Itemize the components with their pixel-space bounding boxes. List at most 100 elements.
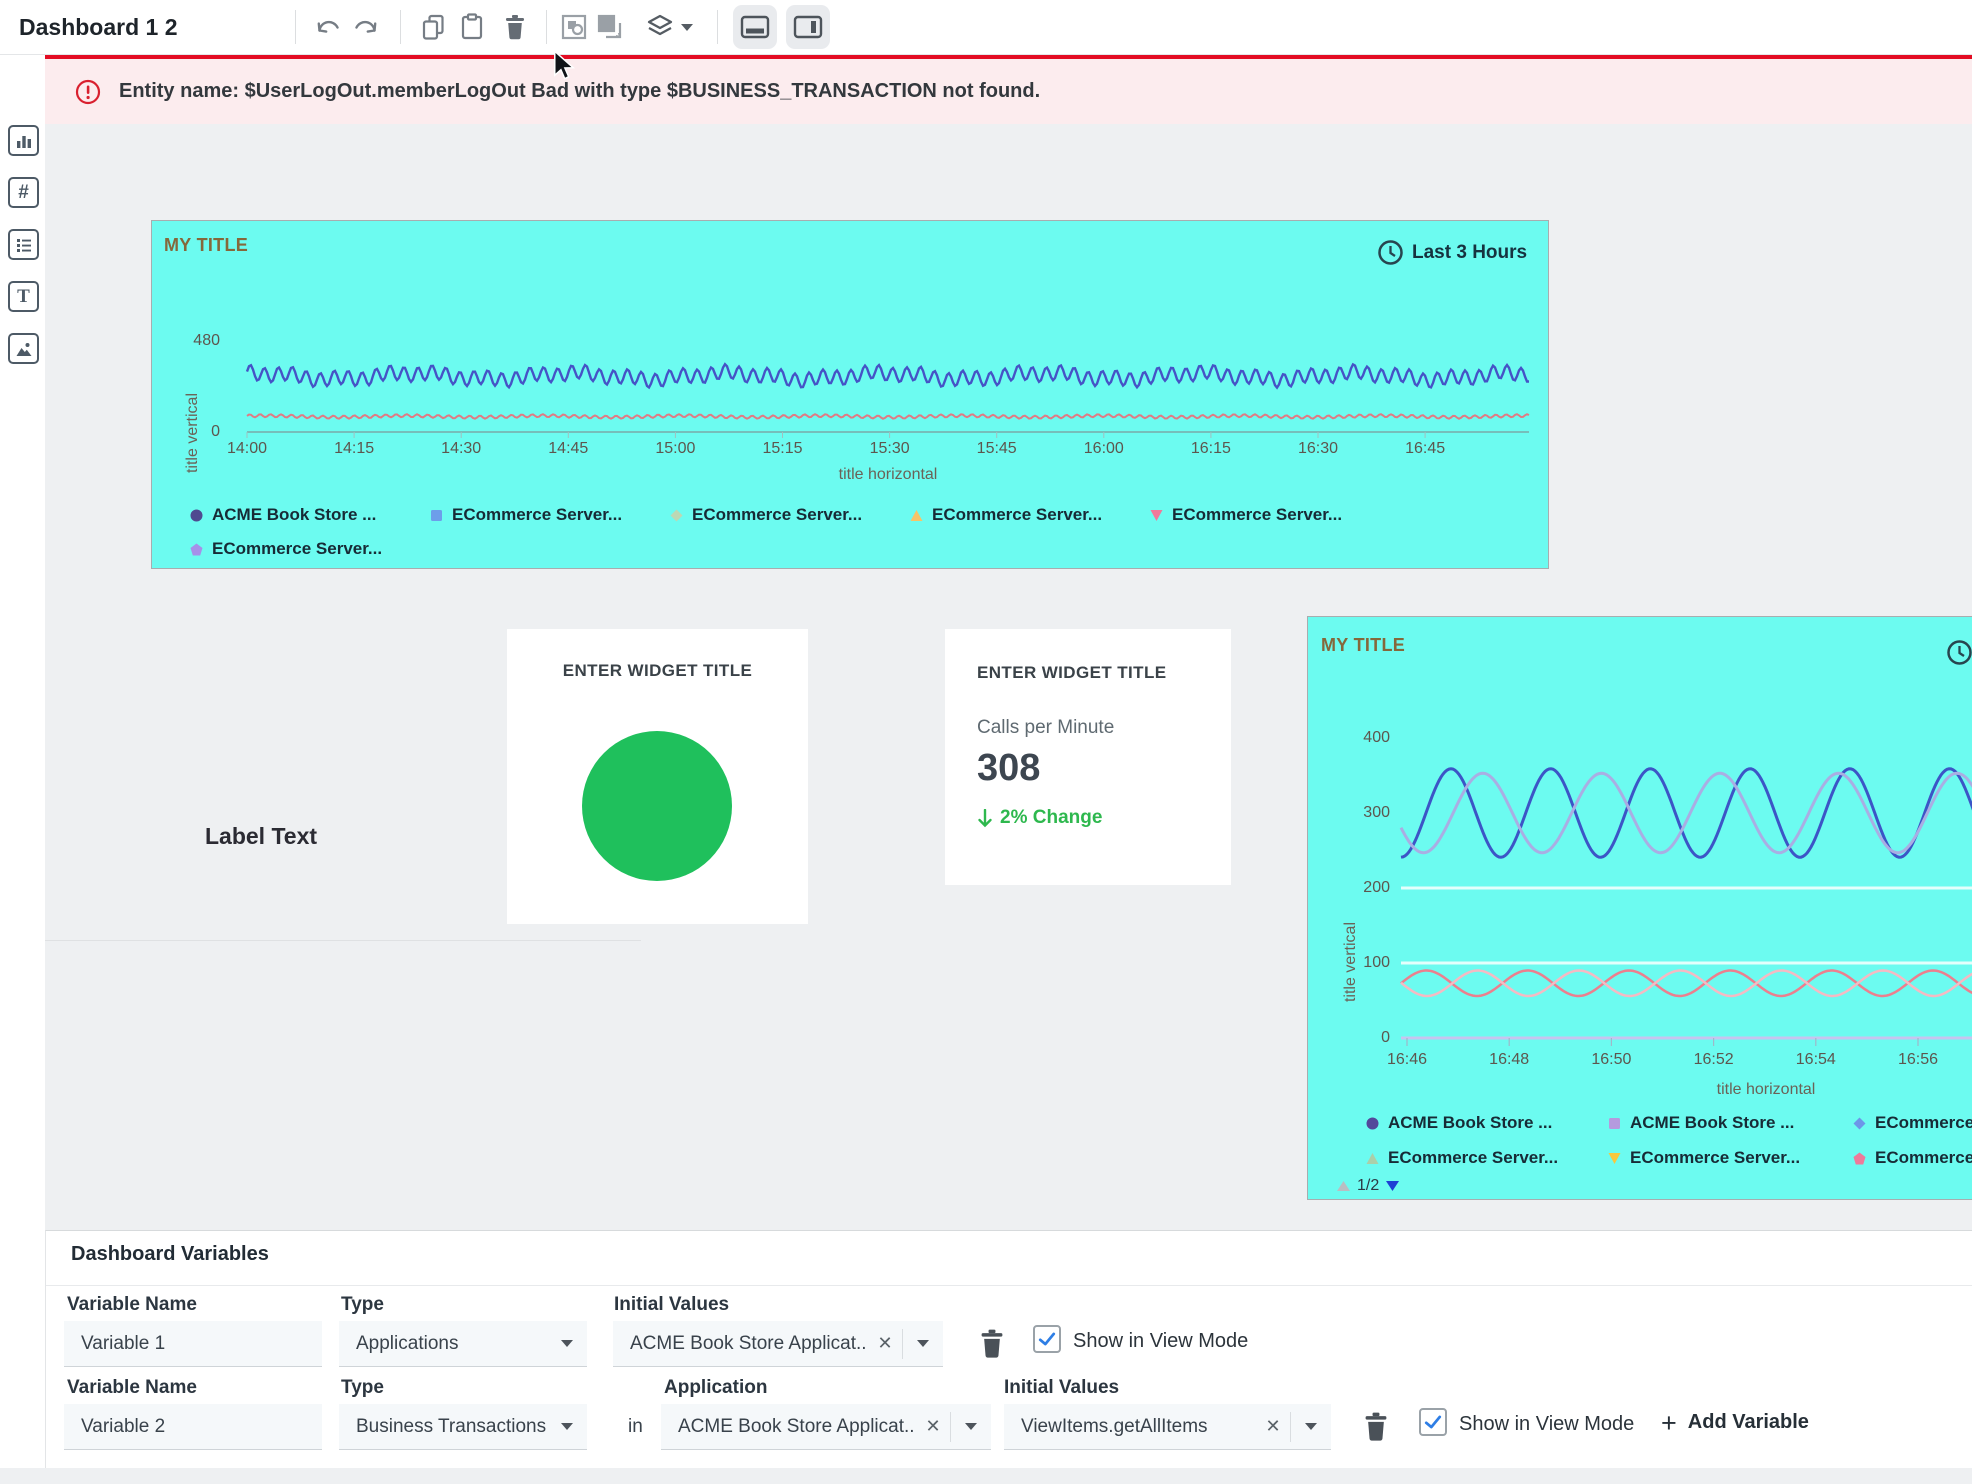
- show-in-view-mode-checkbox[interactable]: [1419, 1408, 1447, 1436]
- legend-marker-pentagon: [190, 543, 203, 556]
- type-select[interactable]: Business Transactions: [339, 1404, 587, 1450]
- initial-values-label: Initial Values: [614, 1294, 729, 1316]
- variable-name-input[interactable]: Variable 1: [64, 1321, 322, 1367]
- legend-marker-diamond: [670, 509, 683, 522]
- x-axis-title: title horizontal: [839, 466, 938, 484]
- clock-icon: [1377, 239, 1404, 266]
- legend-label: ECommerce Server...: [692, 505, 862, 525]
- legend-marker-diamond: [1853, 1117, 1866, 1130]
- legend-item[interactable]: ECommerce Server...: [1608, 1148, 1800, 1168]
- legend-item[interactable]: ACME Book Store ...: [1608, 1113, 1794, 1133]
- chevron-down-icon[interactable]: [561, 1340, 573, 1347]
- layers-icon[interactable]: [644, 12, 676, 42]
- variable-name-label: Variable Name: [67, 1294, 197, 1316]
- toolbar-divider: [295, 10, 296, 44]
- legend-label: ECommerce Server...: [1388, 1148, 1558, 1168]
- legend-item[interactable]: ACME Book Store ...: [190, 505, 376, 525]
- numeric-widget-icon[interactable]: #: [8, 177, 39, 208]
- x-tick-label: 14:30: [441, 440, 481, 458]
- legend-item[interactable]: ECommerce Server...: [670, 505, 862, 525]
- chevron-down-icon[interactable]: [917, 1340, 929, 1347]
- x-axis-title: title horizontal: [1717, 1081, 1816, 1099]
- toggle-right-panel-button[interactable]: [786, 5, 830, 49]
- metric-widget[interactable]: ENTER WIDGET TITLE Calls per Minute 308 …: [945, 629, 1231, 885]
- x-tick-label: 16:15: [1191, 440, 1231, 458]
- undo-icon[interactable]: [312, 12, 344, 42]
- error-icon: [75, 79, 101, 105]
- widget-title: MY TITLE: [164, 235, 248, 256]
- image-widget-icon[interactable]: [8, 333, 39, 364]
- ungroup-icon[interactable]: [594, 12, 626, 42]
- legend-marker-square: [1608, 1117, 1621, 1130]
- group-icon[interactable]: [558, 12, 590, 42]
- legend-item[interactable]: ECommerce Server...: [1150, 505, 1342, 525]
- y-tick-label: 300: [1363, 804, 1390, 822]
- legend-item[interactable]: ECommerce Server...: [1853, 1113, 1972, 1133]
- pie-widget[interactable]: ENTER WIDGET TITLE: [507, 629, 808, 924]
- clear-value-icon[interactable]: ✕: [916, 1416, 950, 1437]
- x-tick-label: 16:00: [1084, 440, 1124, 458]
- paste-icon[interactable]: [456, 12, 488, 42]
- variable-name-input[interactable]: Variable 2: [64, 1404, 322, 1450]
- legend-label: ECommerce Server...: [212, 539, 382, 559]
- widget-title: MY TITLE: [1321, 635, 1405, 656]
- legend-item[interactable]: ECommerce Server...: [910, 505, 1102, 525]
- variable-name-label: Variable Name: [67, 1377, 197, 1399]
- legend-label: ECommerce Server...: [1875, 1113, 1972, 1133]
- legend-item[interactable]: ECommerce Server...: [1853, 1148, 1972, 1168]
- list-widget-icon[interactable]: [8, 229, 39, 260]
- legend-marker-circle: [190, 509, 203, 522]
- error-banner: Entity name: $UserLogOut.memberLogOut Ba…: [45, 55, 1972, 124]
- delete-variable-icon[interactable]: [1361, 1410, 1391, 1448]
- dashboard-canvas: MY TITLE Last 3 Hours title vertical tit…: [45, 124, 1972, 1230]
- error-message: Entity name: $UserLogOut.memberLogOut Ba…: [119, 80, 1040, 103]
- page-down-icon[interactable]: [1385, 1180, 1400, 1192]
- copy-icon[interactable]: [418, 12, 450, 42]
- text-widget-icon[interactable]: T: [8, 281, 39, 312]
- time-range[interactable]: Last 3 Hours: [1377, 239, 1527, 266]
- redo-icon[interactable]: [350, 12, 382, 42]
- x-tick-label: 15:45: [977, 440, 1017, 458]
- application-combo[interactable]: ACME Book Store Applicat... ✕: [661, 1404, 991, 1450]
- legend-item[interactable]: ECommerce Server...: [190, 539, 382, 559]
- legend-marker-circle: [1366, 1117, 1379, 1130]
- legend-label: ECommerce Server...: [932, 505, 1102, 525]
- layers-caret-icon[interactable]: [678, 12, 696, 42]
- chart-widget-icon[interactable]: [8, 125, 39, 156]
- x-tick-label: 16:46: [1387, 1051, 1427, 1069]
- x-tick-label: 16:56: [1898, 1051, 1938, 1069]
- type-select[interactable]: Applications: [339, 1321, 587, 1367]
- y-axis-title: title vertical: [1342, 922, 1360, 1002]
- legend-marker-square: [430, 509, 443, 522]
- legend-item[interactable]: ECommerce Server...: [430, 505, 622, 525]
- y-tick-label: 100: [1363, 954, 1390, 972]
- add-variable-button[interactable]: + Add Variable: [1661, 1411, 1809, 1434]
- clear-value-icon[interactable]: ✕: [868, 1333, 902, 1354]
- initial-values-combo[interactable]: ViewItems.getAllItems ✕: [1004, 1404, 1331, 1450]
- type-label: Type: [341, 1377, 384, 1399]
- panel-separator: [46, 1285, 1972, 1286]
- page-up-icon[interactable]: [1336, 1180, 1351, 1192]
- dashboard-title: Dashboard 1 2: [19, 14, 178, 41]
- delete-icon[interactable]: [499, 12, 531, 42]
- time-range[interactable]: [1946, 639, 1972, 666]
- dashboard-editor-screen: Dashboard 1 2: [0, 0, 1972, 1484]
- clear-value-icon[interactable]: ✕: [1256, 1416, 1290, 1437]
- metric-label: Calls per Minute: [977, 717, 1114, 739]
- timeseries-widget-small[interactable]: MY TITLE title vertical title horizontal…: [1307, 616, 1972, 1200]
- initial-values-combo[interactable]: ACME Book Store Applicat... ✕: [613, 1321, 943, 1367]
- chevron-down-icon[interactable]: [1305, 1423, 1317, 1430]
- timeseries-widget-large[interactable]: MY TITLE Last 3 Hours title vertical tit…: [151, 220, 1549, 569]
- legend-item[interactable]: ECommerce Server...: [1366, 1148, 1558, 1168]
- legend-item[interactable]: ACME Book Store ...: [1366, 1113, 1552, 1133]
- chevron-down-icon[interactable]: [965, 1423, 977, 1430]
- widget-title: ENTER WIDGET TITLE: [977, 663, 1166, 683]
- legend-label: ACME Book Store ...: [1388, 1113, 1552, 1133]
- label-widget[interactable]: Label Text: [205, 823, 317, 850]
- x-tick-label: 14:45: [548, 440, 588, 458]
- toggle-bottom-panel-button[interactable]: [733, 5, 777, 49]
- show-in-view-mode-checkbox[interactable]: [1033, 1325, 1061, 1353]
- arrow-down-icon: [977, 809, 993, 828]
- delete-variable-icon[interactable]: [977, 1327, 1007, 1365]
- chevron-down-icon[interactable]: [561, 1423, 573, 1430]
